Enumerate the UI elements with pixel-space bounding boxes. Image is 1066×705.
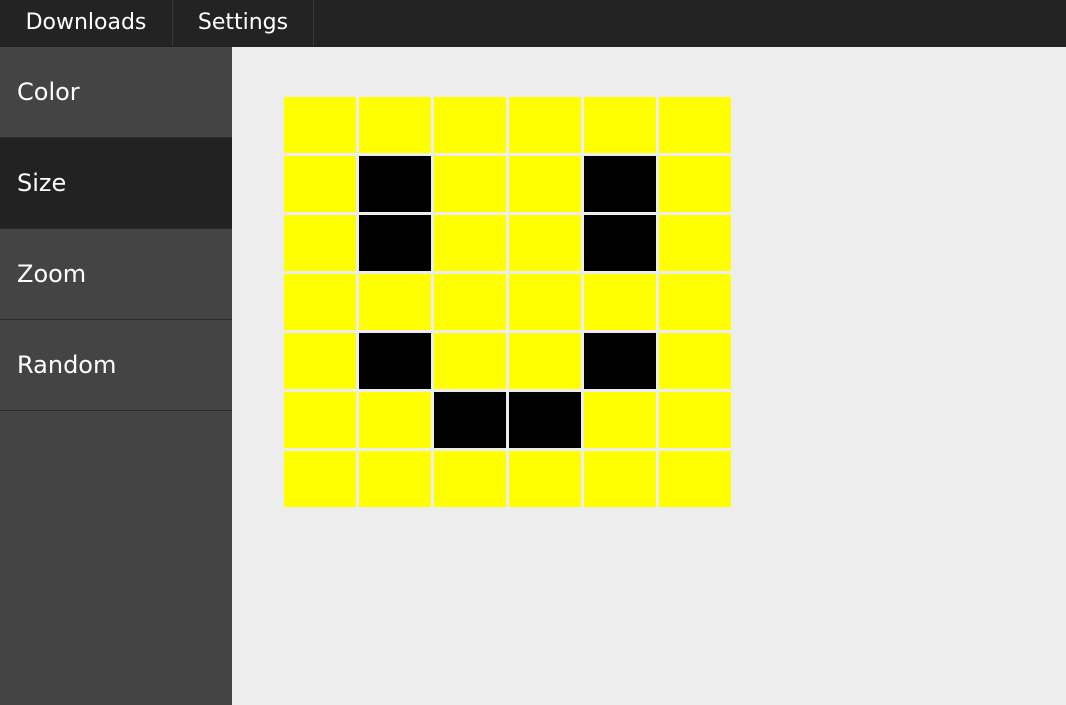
pixel-cell[interactable] <box>659 392 731 448</box>
sidebar-item-size[interactable]: Size <box>0 138 232 229</box>
pixel-cell[interactable] <box>284 451 356 507</box>
pixel-cell[interactable] <box>584 274 656 330</box>
pixel-cell[interactable] <box>359 274 431 330</box>
pixel-cell[interactable] <box>434 451 506 507</box>
pixel-cell[interactable] <box>434 333 506 389</box>
pixel-cell[interactable] <box>359 215 431 271</box>
pixel-cell[interactable] <box>359 97 431 153</box>
pixel-cell[interactable] <box>434 156 506 212</box>
pixel-cell[interactable] <box>584 215 656 271</box>
pixel-cell[interactable] <box>284 215 356 271</box>
pixel-cell[interactable] <box>509 156 581 212</box>
pixel-cell[interactable] <box>659 97 731 153</box>
pixel-cell[interactable] <box>659 215 731 271</box>
pixel-cell[interactable] <box>659 156 731 212</box>
pixel-cell[interactable] <box>509 97 581 153</box>
pixel-cell[interactable] <box>284 392 356 448</box>
pixel-cell[interactable] <box>509 215 581 271</box>
pixel-cell[interactable] <box>659 274 731 330</box>
pixel-cell[interactable] <box>434 392 506 448</box>
pixel-cell[interactable] <box>434 97 506 153</box>
pixel-cell[interactable] <box>359 333 431 389</box>
pixel-cell[interactable] <box>584 392 656 448</box>
pixel-cell[interactable] <box>659 451 731 507</box>
downloads-tab[interactable]: Downloads <box>0 0 173 46</box>
canvas-area <box>232 47 1066 705</box>
pixel-cell[interactable] <box>509 451 581 507</box>
sidebar: Color Size Zoom Random <box>0 47 232 705</box>
top-menu-bar: Downloads Settings <box>0 0 1066 47</box>
pixel-cell[interactable] <box>284 333 356 389</box>
pixel-cell[interactable] <box>584 156 656 212</box>
pixel-cell[interactable] <box>359 392 431 448</box>
pixel-cell[interactable] <box>509 333 581 389</box>
pixel-cell[interactable] <box>284 97 356 153</box>
settings-tab[interactable]: Settings <box>173 0 314 46</box>
pixel-grid <box>284 97 731 507</box>
pixel-cell[interactable] <box>584 451 656 507</box>
pixel-cell[interactable] <box>284 156 356 212</box>
pixel-cell[interactable] <box>284 274 356 330</box>
pixel-cell[interactable] <box>659 333 731 389</box>
pixel-cell[interactable] <box>359 156 431 212</box>
sidebar-item-color[interactable]: Color <box>0 47 232 138</box>
pixel-cell[interactable] <box>434 274 506 330</box>
pixel-cell[interactable] <box>584 333 656 389</box>
sidebar-item-random[interactable]: Random <box>0 320 232 411</box>
pixel-cell[interactable] <box>584 97 656 153</box>
pixel-cell[interactable] <box>434 215 506 271</box>
pixel-cell[interactable] <box>509 274 581 330</box>
pixel-cell[interactable] <box>359 451 431 507</box>
sidebar-item-zoom[interactable]: Zoom <box>0 229 232 320</box>
pixel-cell[interactable] <box>509 392 581 448</box>
